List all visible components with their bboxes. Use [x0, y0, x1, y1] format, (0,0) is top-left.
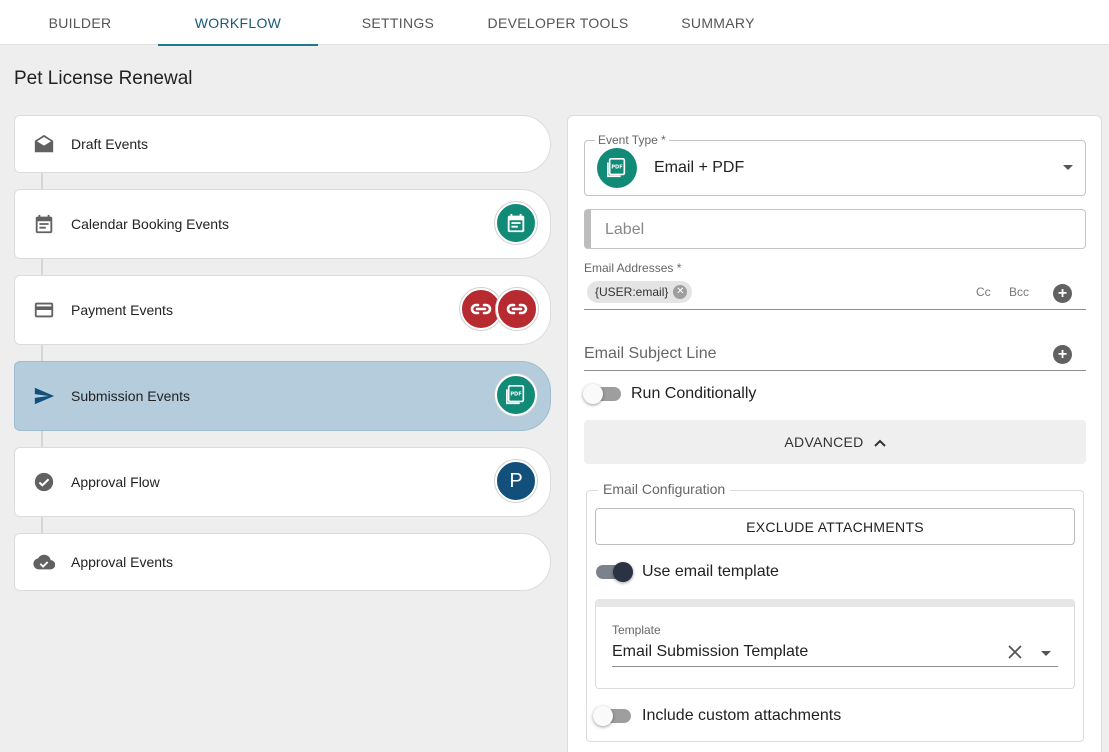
- chip-remove-icon[interactable]: ✕: [673, 285, 688, 299]
- cloud-check-icon: [33, 551, 55, 573]
- chevron-up-icon: [873, 434, 886, 450]
- svg-text:PDF: PDF: [510, 391, 522, 397]
- event-label: Approval Flow: [71, 474, 160, 490]
- event-card-submission[interactable]: Submission Events PDF: [14, 361, 551, 431]
- use-email-template-label: Use email template: [642, 563, 779, 580]
- event-card-draft[interactable]: Draft Events: [14, 115, 551, 173]
- check-circle-icon: [33, 471, 55, 493]
- include-custom-attachments-switch[interactable]: [593, 706, 631, 726]
- run-conditionally-label: Run Conditionally: [631, 385, 757, 402]
- top-tab-bar: BUILDER WORKFLOW SETTINGS DEVELOPER TOOL…: [0, 0, 1109, 46]
- template-select[interactable]: Email Submission Template: [612, 643, 808, 661]
- bcc-link[interactable]: Bcc: [1009, 285, 1029, 299]
- dropdown-arrow-icon[interactable]: [1063, 165, 1073, 170]
- event-label: Approval Events: [71, 554, 173, 570]
- advanced-label: ADVANCED: [784, 434, 864, 450]
- calendar-icon: [33, 213, 55, 235]
- add-subject-token-icon[interactable]: +: [1053, 345, 1072, 364]
- chip-text: {USER:email}: [595, 285, 669, 299]
- event-label: Calendar Booking Events: [71, 216, 229, 232]
- run-conditionally-switch[interactable]: [583, 384, 621, 404]
- event-type-value: Email + PDF: [654, 159, 745, 176]
- email-configuration-legend: Email Configuration: [598, 481, 731, 497]
- email-chip[interactable]: {USER:email} ✕: [587, 281, 693, 303]
- event-card-approval-flow[interactable]: Approval Flow P: [14, 447, 551, 517]
- switch-knob: [583, 384, 603, 404]
- event-label: Submission Events: [71, 388, 191, 404]
- tab-summary[interactable]: SUMMARY: [638, 0, 798, 45]
- switch-knob: [593, 706, 613, 726]
- event-card-payment[interactable]: Payment Events: [14, 275, 551, 345]
- template-underline: [612, 666, 1058, 667]
- email-addresses-underline: [584, 309, 1086, 310]
- page-title: Pet License Renewal: [14, 68, 193, 89]
- envelope-open-icon: [33, 133, 55, 155]
- event-label: Draft Events: [71, 136, 149, 152]
- pdf-icon: PDF: [597, 148, 637, 188]
- event-card-approval-events[interactable]: Approval Events: [14, 533, 551, 591]
- label-placeholder: Label: [605, 221, 645, 238]
- approver-avatar: P: [495, 460, 537, 502]
- event-type-select[interactable]: PDF Email + PDF: [584, 140, 1086, 196]
- template-label: Template: [612, 623, 661, 637]
- use-email-template-switch[interactable]: [596, 562, 633, 582]
- tab-developer-tools[interactable]: DEVELOPER TOOLS: [478, 0, 638, 45]
- add-email-icon[interactable]: +: [1053, 284, 1072, 303]
- email-addresses-label: Email Addresses *: [584, 261, 682, 275]
- subject-underline: [584, 370, 1086, 371]
- svg-text:PDF: PDF: [611, 164, 623, 170]
- advanced-toggle-button[interactable]: ADVANCED: [584, 420, 1086, 464]
- label-input[interactable]: Label: [584, 209, 1086, 249]
- clear-icon[interactable]: [1008, 645, 1022, 664]
- tab-builder[interactable]: BUILDER: [0, 0, 160, 45]
- subject-input[interactable]: Email Subject Line: [584, 345, 717, 363]
- cc-link[interactable]: Cc: [976, 285, 991, 299]
- send-icon: [33, 385, 55, 407]
- event-type-label: Event Type *: [595, 133, 669, 147]
- tab-settings[interactable]: SETTINGS: [318, 0, 478, 45]
- tab-workflow[interactable]: WORKFLOW: [158, 0, 318, 46]
- calendar-badge-icon: [495, 202, 537, 244]
- exclude-attachments-button[interactable]: EXCLUDE ATTACHMENTS: [595, 508, 1075, 545]
- payment-link-icon: [496, 288, 538, 330]
- credit-card-icon: [33, 299, 55, 321]
- switch-knob: [613, 562, 633, 582]
- dropdown-arrow-icon[interactable]: [1041, 651, 1051, 656]
- pdf-icon: PDF: [495, 374, 537, 416]
- event-card-calendar-booking[interactable]: Calendar Booking Events: [14, 189, 551, 259]
- event-label: Payment Events: [71, 302, 173, 318]
- include-custom-attachments-label: Include custom attachments: [642, 707, 842, 724]
